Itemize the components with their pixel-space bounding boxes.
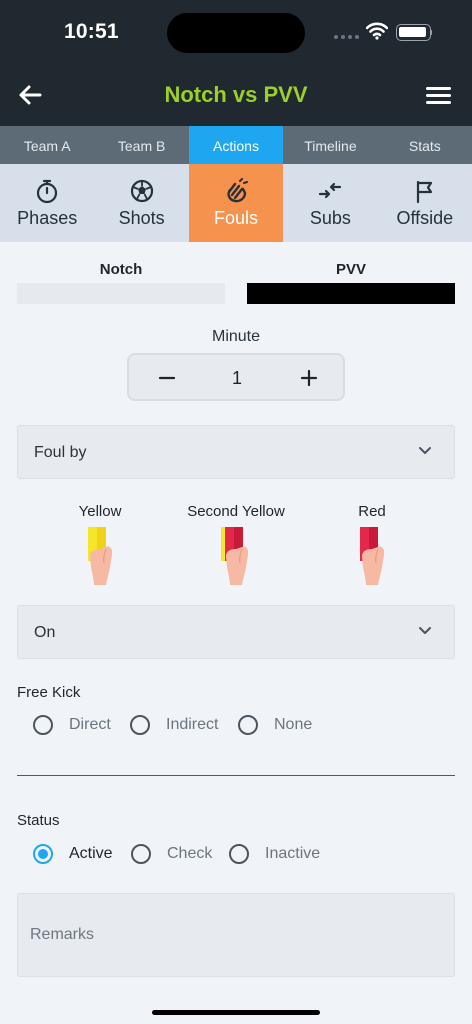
tab-bar: Team A Team B Actions Timeline Stats <box>0 126 472 164</box>
remarks-field[interactable]: Remarks <box>17 893 455 977</box>
action-bar: Phases Shots Fouls Subs Offside <box>0 164 472 242</box>
dynamic-island <box>167 13 305 53</box>
radio-label: Inactive <box>265 845 321 862</box>
plus-icon <box>300 369 318 387</box>
chevron-down-icon <box>419 627 431 634</box>
action-label: Phases <box>17 208 78 228</box>
page-title: Notch vs PVV <box>164 82 308 107</box>
card-second-yellow[interactable]: Second Yellow <box>166 503 306 587</box>
radio-label: Indirect <box>166 716 219 733</box>
soccer-ball-icon <box>130 179 153 203</box>
radio-label: Active <box>69 845 113 862</box>
team-a-name: Notch <box>99 261 143 278</box>
card-label: Second Yellow <box>187 503 285 520</box>
card-label: Red <box>358 503 386 520</box>
radio-label: Direct <box>69 716 111 733</box>
tab-actions[interactable]: Actions <box>188 126 284 164</box>
minute-value[interactable]: 1 <box>209 368 265 389</box>
minute-increment-button[interactable] <box>295 364 323 392</box>
action-fouls[interactable]: Fouls <box>188 164 284 242</box>
swap-arrows-icon <box>319 182 342 199</box>
flag-icon <box>416 180 432 204</box>
free-kick-label: Free Kick <box>17 684 81 701</box>
team-b-color-bar[interactable] <box>247 283 455 304</box>
action-subs[interactable]: Subs <box>283 164 377 242</box>
action-shots[interactable]: Shots <box>94 164 188 242</box>
minus-icon <box>158 376 176 380</box>
remarks-placeholder: Remarks <box>30 926 95 943</box>
section-divider <box>17 775 455 776</box>
battery-icon <box>396 24 432 41</box>
action-label: Fouls <box>214 208 259 228</box>
action-phases[interactable]: Phases <box>0 164 94 242</box>
minute-label: Minute <box>211 328 261 345</box>
card-yellow[interactable]: Yellow <box>30 503 170 587</box>
on-select[interactable]: On <box>17 605 455 659</box>
team-b-name: PVV <box>335 261 366 278</box>
foul-hand-icon <box>227 178 249 203</box>
menu-button[interactable] <box>422 82 456 110</box>
tab-timeline[interactable]: Timeline <box>283 126 377 164</box>
tab-team-b[interactable]: Team B <box>94 126 188 164</box>
radio-circle <box>229 844 249 864</box>
tab-stats[interactable]: Stats <box>378 126 472 164</box>
radio-circle <box>33 844 53 864</box>
second-yellow-card-icon <box>221 527 249 585</box>
foul-by-select[interactable]: Foul by <box>17 425 455 479</box>
tab-team-a[interactable]: Team A <box>0 126 94 164</box>
radio-circle <box>238 715 258 735</box>
status-label: Status <box>17 812 60 829</box>
minute-stepper: 1 <box>127 353 345 401</box>
radio-circle <box>131 844 151 864</box>
foul-by-placeholder: Foul by <box>34 444 87 461</box>
radio-circle <box>33 715 53 735</box>
chevron-down-icon <box>419 447 431 454</box>
minute-decrement-button[interactable] <box>153 364 181 392</box>
action-label: Shots <box>118 208 165 228</box>
on-placeholder: On <box>34 624 56 641</box>
stopwatch-icon <box>37 179 58 204</box>
signal-dots-icon <box>334 35 360 40</box>
radio-circle <box>130 715 150 735</box>
action-label: Subs <box>309 208 351 228</box>
red-card-icon <box>360 527 385 585</box>
app-header: Notch vs PVV <box>0 64 472 126</box>
wifi-icon <box>366 22 388 40</box>
radio-label: Check <box>167 845 213 862</box>
action-offside[interactable]: Offside <box>378 164 472 242</box>
status-bar: 10:51 <box>0 0 472 64</box>
yellow-card-icon <box>88 527 113 585</box>
team-a-color-bar[interactable] <box>17 283 225 304</box>
card-red[interactable]: Red <box>302 503 442 587</box>
radio-label: None <box>274 716 313 733</box>
status-time: 10:51 <box>64 20 119 43</box>
home-indicator[interactable] <box>152 1010 320 1015</box>
action-label: Offside <box>396 208 454 228</box>
card-label: Yellow <box>78 503 122 520</box>
